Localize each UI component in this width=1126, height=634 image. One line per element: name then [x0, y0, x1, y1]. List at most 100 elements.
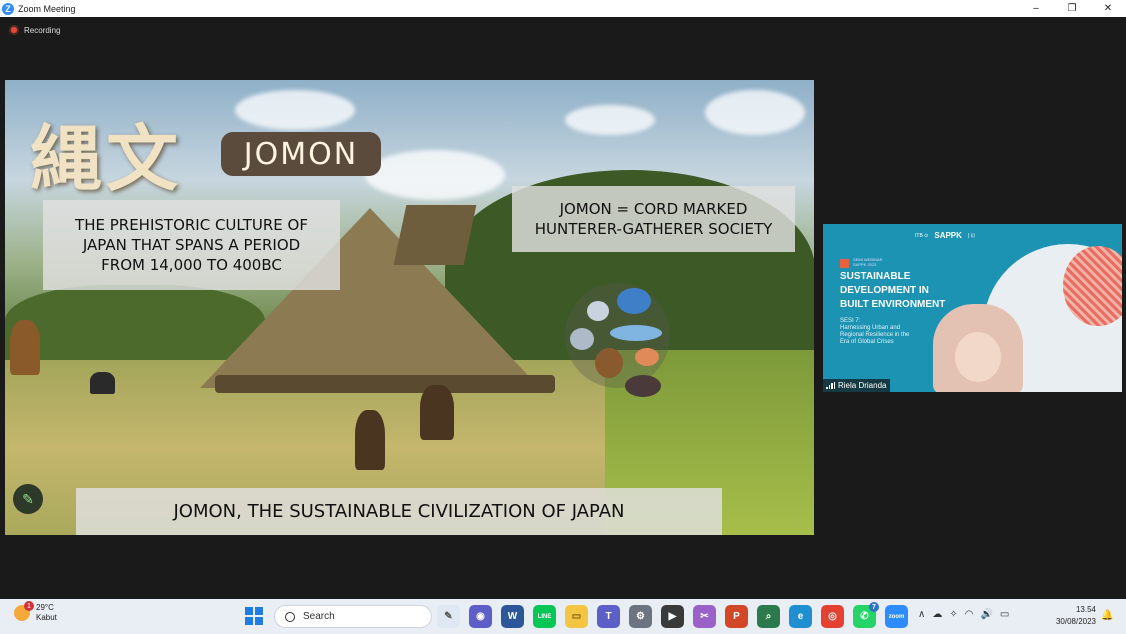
- clam-icon: [570, 328, 594, 350]
- boar-icon: [625, 375, 661, 397]
- weather-text: 29°C Kabut: [36, 603, 57, 623]
- sub-line: Regional Resilience in the: [840, 332, 910, 338]
- media-player-icon[interactable]: ▶: [661, 605, 684, 628]
- windows-taskbar: 1 29°C Kabut Search ✎ ◉ W LINE ▭ T ⚙ ▶ ✂…: [0, 599, 1126, 634]
- show-hidden-icons-icon[interactable]: ∧: [918, 609, 925, 620]
- headline-line: BUILT ENVIRONMENT: [840, 299, 946, 310]
- teams-icon[interactable]: T: [597, 605, 620, 628]
- annotate-button[interactable]: ✎: [13, 484, 43, 514]
- cord-line: HUNTERER-GATHERER SOCIETY: [534, 220, 773, 238]
- chrome-icon[interactable]: ◎: [821, 605, 844, 628]
- weather-description: Kabut: [36, 613, 57, 622]
- zoom-app-icon[interactable]: zoom: [885, 605, 908, 628]
- volume-icon[interactable]: 🔊: [980, 609, 992, 620]
- system-tray: ∧ ☁ ✧ ◠ 🔊 ▭: [918, 609, 1009, 620]
- jomon-kanji: 縄文: [30, 116, 183, 201]
- search-placeholder: Search: [303, 611, 335, 622]
- participant-name: Riela Drianda: [838, 381, 887, 390]
- temperature: 29°C: [36, 603, 54, 612]
- line-icon[interactable]: LINE: [533, 605, 556, 628]
- window-controls: – ❐ ✕: [1018, 0, 1126, 17]
- description-line: JAPAN THAT SPANS A PERIOD: [82, 236, 301, 254]
- powerpoint-icon[interactable]: P: [725, 605, 748, 628]
- cord-line: JOMON = CORD MARKED: [559, 200, 748, 218]
- settings-icon[interactable]: ⚙: [629, 605, 652, 628]
- cloud-shape: [365, 150, 505, 200]
- clock-time: 13.54: [1075, 605, 1096, 614]
- weather-widget[interactable]: 1 29°C Kabut: [14, 601, 57, 623]
- description-line: FROM 14,000 TO 400BC: [101, 256, 282, 274]
- signal-bars-icon: [826, 382, 835, 389]
- virtual-bg-subtitle: SESI 7: Harnessing Urban and Regional Re…: [840, 318, 909, 346]
- participant-video-tile[interactable]: ITB ⊙ SAPPK | ⊡ SEMI WEBINAR SAPPK 2023 …: [823, 224, 1122, 392]
- headline-line: DEVELOPMENT IN: [840, 285, 929, 296]
- widgets-icon[interactable]: ✎: [437, 605, 460, 628]
- description-box: THE PREHISTORIC CULTURE OF JAPAN THAT SP…: [43, 200, 340, 290]
- weather-badge: 1: [24, 601, 34, 611]
- cord-marked-box: JOMON = CORD MARKED HUNTERER-GATHERER SO…: [512, 186, 795, 252]
- search-app-icon[interactable]: ⌕: [757, 605, 780, 628]
- battery-icon[interactable]: ▭: [1000, 609, 1009, 620]
- shared-slide: 縄文 JOMON THE PREHISTORIC CULTURE OF JAPA…: [5, 80, 814, 535]
- snipping-tool-icon[interactable]: ✂: [693, 605, 716, 628]
- footer-text: JOMON, THE SUSTAINABLE CIVILIZATION OF J…: [173, 501, 625, 522]
- taskbar-clock[interactable]: 13.54 30/08/2023: [1046, 604, 1096, 628]
- person-figure: [355, 410, 385, 470]
- taskbar-search[interactable]: Search: [274, 605, 432, 628]
- whatsapp-icon[interactable]: ✆ 7: [853, 602, 879, 628]
- recording-indicator[interactable]: Recording: [9, 25, 60, 35]
- person-figure: [420, 385, 454, 440]
- pencil-icon: ✎: [22, 490, 34, 507]
- notification-icon[interactable]: 🔔: [1101, 610, 1113, 621]
- windows-logo-icon: [245, 617, 253, 625]
- jomon-label: JOMON: [221, 132, 381, 176]
- virtual-bg-headline: SUSTAINABLE DEVELOPMENT IN BUILT ENVIRON…: [840, 270, 945, 312]
- cloud-shape: [565, 105, 655, 135]
- minimize-button[interactable]: –: [1018, 0, 1054, 17]
- file-explorer-icon[interactable]: ▭: [565, 605, 588, 628]
- dog-figure: [90, 372, 115, 394]
- logo-left-text: ITB ⊙: [915, 232, 929, 239]
- edge-icon[interactable]: e: [789, 605, 812, 628]
- whatsapp-badge: 7: [869, 602, 879, 612]
- cloud-shape: [235, 90, 355, 130]
- crab-icon: [617, 288, 651, 314]
- slide-footer: JOMON, THE SUSTAINABLE CIVILIZATION OF J…: [76, 488, 722, 535]
- close-button[interactable]: ✕: [1090, 0, 1126, 17]
- chat-icon[interactable]: ◉: [469, 605, 492, 628]
- pinned-apps: ✎ ◉ W LINE ▭ T ⚙ ▶ ✂ P ⌕ e ◎ ✆ 7 zoom: [437, 602, 908, 628]
- accent-square: [840, 259, 849, 268]
- sub-line: Era of Global Crises: [840, 339, 894, 345]
- description-line: THE PREHISTORIC CULTURE OF: [75, 216, 308, 234]
- restore-button[interactable]: ❐: [1054, 0, 1090, 17]
- pen-icon[interactable]: ✧: [949, 609, 957, 620]
- cloud-shape: [705, 90, 805, 135]
- search-icon: [285, 611, 295, 622]
- meeting-area: Recording 縄文 JOMON THE PREHISTORIC CULTU…: [0, 17, 1126, 599]
- mushroom-icon: [635, 348, 659, 366]
- clock-date: 30/08/2023: [1055, 617, 1096, 626]
- record-dot-icon: [9, 25, 19, 35]
- weather-sun-icon: 1: [14, 601, 34, 621]
- windows-logo-icon: [245, 607, 253, 615]
- shell-icon: [587, 301, 609, 321]
- participant-name-tag: Riela Drianda: [823, 379, 891, 392]
- webinar-small-text: SEMI WEBINAR SAPPK 2023: [853, 257, 883, 267]
- fish-icon: [610, 325, 662, 341]
- whatsapp-glyph: ✆: [860, 611, 869, 622]
- window-title: Zoom Meeting: [18, 3, 76, 14]
- animals-illustration: [565, 283, 670, 397]
- onedrive-icon[interactable]: ☁: [932, 609, 942, 620]
- recording-label: Recording: [24, 25, 61, 35]
- participant-face: [955, 332, 1001, 382]
- sappk-logo: SAPPK: [934, 231, 962, 240]
- logo-right-text: | ⊡: [967, 232, 975, 239]
- sub-line: Harnessing Urban and: [840, 325, 901, 331]
- start-button[interactable]: [245, 607, 263, 625]
- zoom-logo-icon: Z: [2, 2, 14, 15]
- wifi-icon[interactable]: ◠: [965, 609, 974, 620]
- sponsor-logos: ITB ⊙ SAPPK | ⊡: [915, 231, 975, 240]
- small-line: SAPPK 2023: [853, 262, 877, 267]
- hut-roof-top: [393, 205, 477, 265]
- word-icon[interactable]: W: [501, 605, 524, 628]
